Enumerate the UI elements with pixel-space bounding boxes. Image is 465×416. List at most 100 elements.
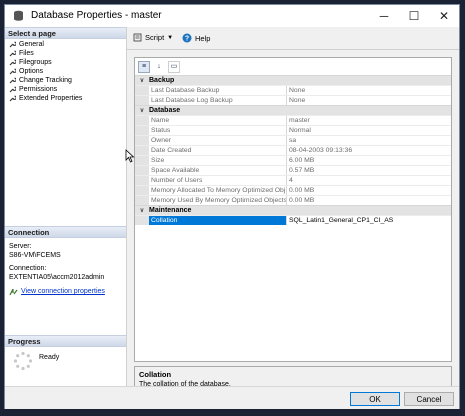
- wrench-icon: [9, 86, 16, 93]
- property-row[interactable]: Collation SQL_Latin1_General_CP1_CI_AS: [135, 215, 451, 225]
- property-row[interactable]: Size 6.00 MB: [135, 155, 451, 165]
- property-grid: ≡ ↓ ▭ ∨ Backup Last Database Backup None Las…: [134, 57, 452, 362]
- property-row[interactable]: Owner sa: [135, 135, 451, 145]
- view-connection-properties-link[interactable]: View connection properties: [21, 288, 105, 297]
- property-pages-icon[interactable]: ▭: [168, 61, 180, 73]
- categorized-view-icon[interactable]: ≡: [138, 61, 150, 73]
- page-item-general[interactable]: General: [9, 40, 82, 49]
- property-row[interactable]: Number of Users 4: [135, 175, 451, 185]
- title-bar[interactable]: Database Properties - master ─ ☐ ✕: [5, 5, 459, 27]
- property-value: SQL_Latin1_General_CP1_CI_AS: [289, 217, 394, 224]
- property-name: Last Database Log Backup: [149, 96, 287, 105]
- cancel-button[interactable]: Cancel: [404, 392, 454, 406]
- property-name: Name: [149, 116, 287, 125]
- row-gutter: [135, 126, 149, 135]
- wrench-icon: [9, 41, 16, 48]
- maximize-button[interactable]: ☐: [399, 5, 429, 27]
- page-item-label: Change Tracking: [19, 77, 72, 84]
- window-title: Database Properties - master: [31, 10, 162, 21]
- property-value: sa: [289, 137, 297, 144]
- property-name: Date Created: [149, 146, 287, 155]
- property-row[interactable]: Date Created 08-04-2003 09:13:36: [135, 145, 451, 155]
- page-item-options[interactable]: Options: [9, 67, 82, 76]
- property-value: Normal: [289, 127, 311, 134]
- category-database[interactable]: ∨ Database: [135, 105, 451, 115]
- row-gutter: [135, 186, 149, 195]
- connection-value: EXTENTIA05\accm2012admin: [9, 273, 105, 281]
- property-value: master: [289, 117, 310, 124]
- row-gutter: [135, 176, 149, 185]
- script-icon: [133, 33, 142, 42]
- server-label: Server:: [9, 243, 32, 250]
- row-gutter: [135, 196, 149, 205]
- minimize-button[interactable]: ─: [369, 5, 399, 27]
- property-name: Memory Used By Memory Optimized Objects: [151, 196, 287, 205]
- progress-header: Progress: [5, 335, 126, 347]
- page-item-change-tracking[interactable]: Change Tracking: [9, 76, 82, 85]
- page-item-permissions[interactable]: Permissions: [9, 85, 82, 94]
- property-name: Collation: [149, 216, 287, 225]
- connection-info: Server: S86-VM\FCEMS Connection: EXTENTI…: [9, 243, 105, 297]
- category-maintenance[interactable]: ∨ Maintenance: [135, 205, 451, 215]
- toolbar: Script ▼ ? Help: [127, 27, 459, 50]
- help-button[interactable]: ? Help: [182, 33, 210, 43]
- page-item-label: Permissions: [19, 86, 58, 93]
- category-label: Backup: [149, 77, 175, 84]
- property-row[interactable]: Space Available 0.57 MB: [135, 165, 451, 175]
- collapse-icon[interactable]: ∨: [135, 77, 149, 84]
- progress-area: Ready: [13, 351, 59, 371]
- category-label: Maintenance: [149, 207, 192, 214]
- property-row[interactable]: Status Normal: [135, 125, 451, 135]
- category-backup[interactable]: ∨ Backup: [135, 75, 451, 85]
- alphabetical-sort-icon[interactable]: ↓: [153, 61, 165, 73]
- property-name: Last Database Backup: [149, 86, 287, 95]
- connection-label: Connection:: [9, 265, 47, 272]
- close-button[interactable]: ✕: [429, 5, 459, 27]
- grid-toolbar: ≡ ↓ ▭: [138, 61, 180, 73]
- page-item-label: Filegroups: [19, 59, 52, 66]
- page-item-label: General: [19, 41, 44, 48]
- help-icon: ?: [182, 33, 192, 43]
- page-item-label: Files: [19, 50, 34, 57]
- property-value: 0.57 MB: [289, 167, 315, 174]
- property-value: 0.00 MB: [289, 187, 315, 194]
- property-row[interactable]: Name master: [135, 115, 451, 125]
- mouse-cursor-icon: [125, 149, 135, 163]
- server-value: S86-VM\FCEMS: [9, 251, 61, 259]
- dialog-footer: OK Cancel: [5, 386, 459, 409]
- property-row[interactable]: Last Database Backup None: [135, 85, 451, 95]
- property-row[interactable]: Last Database Log Backup None: [135, 95, 451, 105]
- page-list: General Files Filegroups Options Change Trac…: [9, 40, 82, 103]
- property-name: Space Available: [149, 166, 287, 175]
- help-label: Help: [195, 33, 211, 43]
- category-label: Database: [149, 107, 181, 114]
- connection-header: Connection: [5, 226, 126, 238]
- property-name: Size: [149, 156, 287, 165]
- property-value: 4: [289, 177, 293, 184]
- properties-window: Database Properties - master ─ ☐ ✕ Selec…: [4, 4, 460, 409]
- script-button[interactable]: Script ▼: [133, 33, 173, 42]
- page-item-extended-properties[interactable]: Extended Properties: [9, 94, 82, 103]
- progress-spinner-icon: [13, 351, 33, 371]
- property-name: Owner: [149, 136, 287, 145]
- svg-text:?: ?: [185, 36, 189, 43]
- page-item-files[interactable]: Files: [9, 49, 82, 58]
- row-gutter: [135, 96, 149, 105]
- property-grid-rows: ∨ Backup Last Database Backup None Last Data…: [135, 75, 451, 225]
- property-row[interactable]: Memory Used By Memory Optimized Objects 0…: [135, 195, 451, 205]
- property-value: None: [289, 97, 306, 104]
- database-icon: [14, 10, 23, 21]
- wrench-icon: [9, 68, 16, 75]
- property-name: Memory Allocated To Memory Optimized Obj: [151, 186, 287, 195]
- description-title: Collation: [139, 370, 172, 379]
- ok-button[interactable]: OK: [350, 392, 400, 406]
- property-row[interactable]: Memory Allocated To Memory Optimized Obj…: [135, 185, 451, 195]
- property-name: Number of Users: [149, 176, 287, 185]
- left-panel: Select a page General Files Filegroups Opti…: [5, 27, 127, 407]
- collapse-icon[interactable]: ∨: [135, 207, 149, 214]
- page-item-label: Options: [19, 68, 44, 75]
- page-item-filegroups[interactable]: Filegroups: [9, 58, 82, 67]
- chevron-down-icon[interactable]: ▼: [167, 35, 173, 41]
- select-page-header: Select a page: [5, 27, 126, 39]
- collapse-icon[interactable]: ∨: [135, 107, 149, 114]
